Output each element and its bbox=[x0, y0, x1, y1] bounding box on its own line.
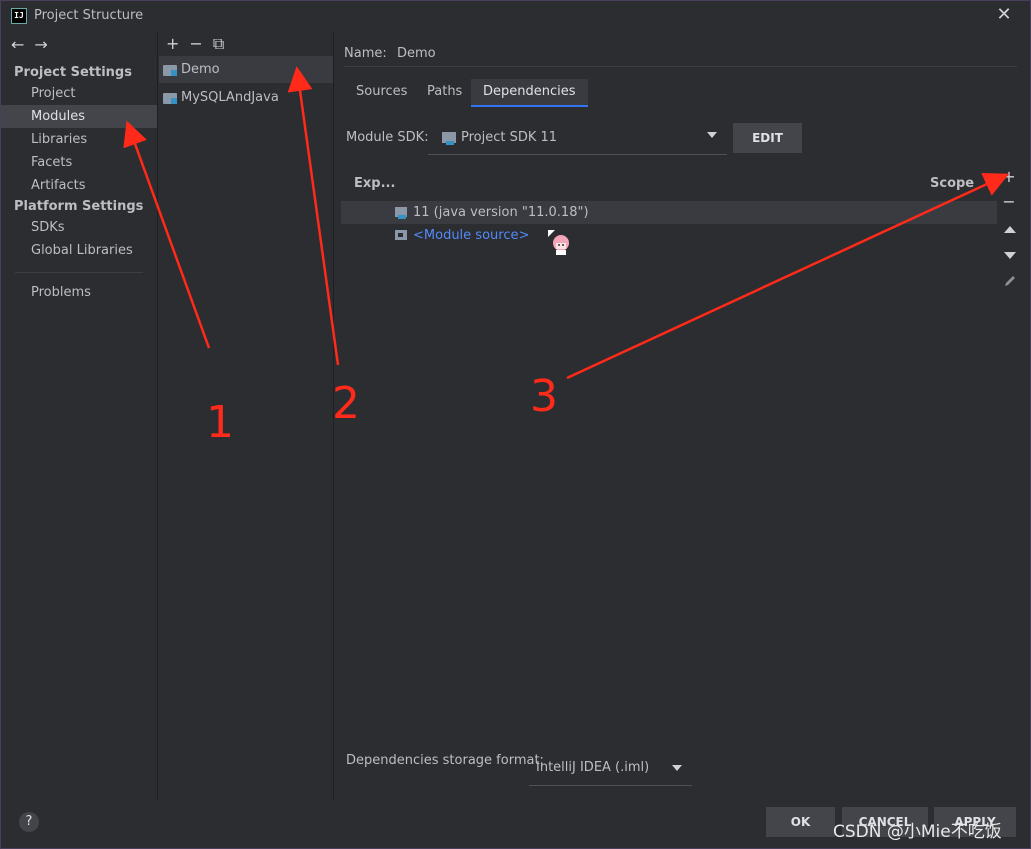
intellij-app-icon: IJ bbox=[11, 8, 27, 24]
sdk-icon bbox=[442, 132, 456, 145]
settings-nav: ← → Project Settings Project Modules Libr… bbox=[1, 31, 157, 801]
nav-item-project[interactable]: Project bbox=[1, 82, 157, 105]
tab-paths[interactable]: Paths bbox=[415, 79, 474, 105]
edit-sdk-button[interactable]: EDIT bbox=[733, 123, 802, 153]
nav-item-facets[interactable]: Facets bbox=[1, 151, 157, 174]
back-arrow-icon[interactable]: ← bbox=[11, 35, 24, 54]
nav-history: ← → bbox=[11, 35, 58, 54]
name-field[interactable]: Demo bbox=[397, 46, 436, 61]
dependency-row-jdk[interactable]: 11 (java version "11.0.18") bbox=[341, 201, 997, 224]
title-bar: IJ Project Structure ✕ bbox=[1, 1, 1030, 31]
module-settings-panel: Name: Demo Sources Paths Dependencies Mo… bbox=[333, 31, 1031, 801]
close-icon[interactable]: ✕ bbox=[995, 6, 1013, 24]
storage-format-value: IntelliJ IDEA (.iml) bbox=[536, 760, 650, 775]
help-button[interactable]: ? bbox=[19, 812, 39, 832]
dependency-row-module-source[interactable]: <Module source> bbox=[341, 224, 997, 247]
platform-settings-heading: Platform Settings bbox=[14, 199, 144, 214]
anime-cursor-avatar-icon bbox=[548, 230, 569, 255]
move-up-icon[interactable] bbox=[1004, 226, 1016, 233]
column-header-scope[interactable]: Scope bbox=[930, 176, 974, 191]
column-header-export[interactable]: Exp... bbox=[354, 176, 395, 191]
jdk-icon bbox=[395, 207, 407, 219]
module-item-demo[interactable]: Demo bbox=[159, 56, 333, 83]
nav-item-problems[interactable]: Problems bbox=[1, 281, 157, 304]
nav-item-libraries[interactable]: Libraries bbox=[1, 128, 157, 151]
ok-button[interactable]: OK bbox=[766, 807, 835, 837]
module-label: MySQLAndJava bbox=[181, 90, 279, 105]
nav-item-sdks[interactable]: SDKs bbox=[1, 216, 157, 239]
nav-divider bbox=[15, 272, 143, 273]
add-dependency-icon[interactable]: + bbox=[998, 167, 1020, 187]
module-toolbar: + − ⧉ bbox=[166, 34, 234, 54]
chevron-down-icon bbox=[707, 132, 717, 138]
storage-format-select[interactable]: IntelliJ IDEA (.iml) bbox=[529, 751, 692, 786]
module-sdk-value: Project SDK 11 bbox=[461, 130, 558, 145]
module-sdk-select[interactable]: Project SDK 11 bbox=[428, 123, 727, 155]
copy-icon[interactable]: ⧉ bbox=[213, 34, 224, 53]
module-folder-icon bbox=[163, 65, 177, 76]
source-folder-icon bbox=[395, 230, 407, 240]
module-sdk-label: Module SDK: bbox=[346, 130, 429, 145]
storage-format-label: Dependencies storage format: bbox=[346, 753, 544, 768]
nav-item-artifacts[interactable]: Artifacts bbox=[1, 174, 157, 197]
nav-item-global-libraries[interactable]: Global Libraries bbox=[1, 239, 157, 262]
module-label: Demo bbox=[181, 62, 220, 77]
forward-arrow-icon[interactable]: → bbox=[34, 35, 47, 54]
project-settings-heading: Project Settings bbox=[14, 65, 132, 80]
module-folder-icon bbox=[163, 93, 177, 104]
dependency-label: <Module source> bbox=[413, 228, 530, 243]
tab-dependencies[interactable]: Dependencies bbox=[471, 79, 588, 107]
module-item-mysqlandjava[interactable]: MySQLAndJava bbox=[159, 84, 333, 111]
add-icon[interactable]: + bbox=[166, 34, 179, 53]
window-title: Project Structure bbox=[34, 8, 144, 23]
module-list-panel: + − ⧉ Demo MySQLAndJava bbox=[157, 31, 333, 801]
remove-dependency-icon[interactable]: − bbox=[998, 192, 1020, 212]
chevron-down-icon bbox=[672, 765, 682, 771]
edit-pencil-icon[interactable] bbox=[1003, 274, 1017, 288]
csdn-watermark: CSDN @小Mie不吃饭 bbox=[833, 822, 1002, 842]
tab-sources[interactable]: Sources bbox=[344, 79, 419, 105]
project-structure-dialog: IJ Project Structure ✕ ← → Project Settin… bbox=[0, 0, 1031, 849]
move-down-icon[interactable] bbox=[1004, 252, 1016, 259]
dependency-label: 11 (java version "11.0.18") bbox=[413, 205, 589, 220]
nav-item-modules[interactable]: Modules bbox=[1, 105, 157, 128]
name-field-underline bbox=[344, 66, 1017, 67]
remove-icon[interactable]: − bbox=[189, 34, 202, 53]
name-label: Name: bbox=[344, 46, 387, 61]
